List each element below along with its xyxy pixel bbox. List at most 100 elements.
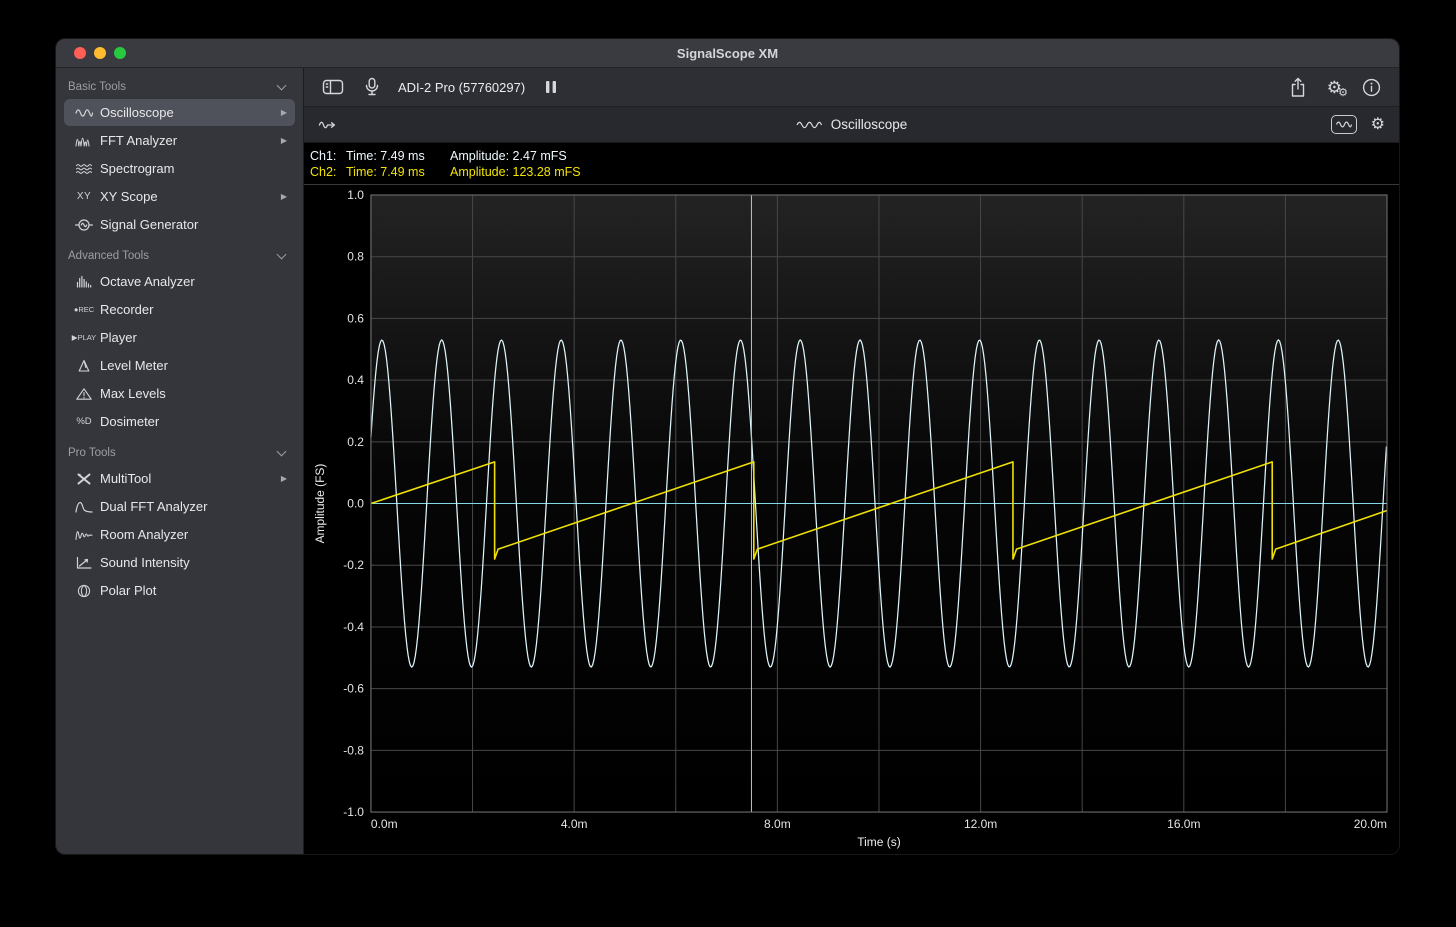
sidebar-item-signal-generator[interactable]: Signal Generator — [64, 211, 295, 238]
chevron-down-icon — [277, 81, 287, 91]
main-toolbar: ADI-2 Pro (57760297) ⚙⚙ — [304, 68, 1399, 107]
zoom-button[interactable] — [114, 47, 126, 59]
info-button[interactable] — [1360, 76, 1383, 99]
sidebar-item-max-levels[interactable]: Max Levels — [64, 380, 295, 407]
y-tick-label: 0.2 — [347, 435, 364, 449]
sine-wave-icon — [68, 106, 100, 120]
y-axis-title: Amplitude (FS) — [313, 464, 327, 544]
ch1-readout: Ch1: Time: 7.49 ms Amplitude: 2.47 mFS — [310, 148, 1399, 164]
sidebar-item-polar-plot[interactable]: Polar Plot — [64, 577, 295, 604]
scope-settings-button[interactable]: ⚙ — [1369, 115, 1387, 135]
submenu-arrow-icon: ▶ — [281, 474, 287, 483]
signal-route-icon — [318, 118, 338, 132]
submenu-arrow-icon: ▶ — [281, 192, 287, 201]
sidebar-item-label: MultiTool — [100, 471, 275, 486]
ch2-time-value: Time: 7.49 ms — [346, 164, 450, 180]
y-tick-label: -0.2 — [343, 558, 364, 572]
info-icon — [1362, 78, 1381, 97]
signal-route-button[interactable] — [316, 116, 340, 134]
sidebar-toggle-button[interactable] — [320, 76, 346, 98]
sidebar-item-label: Polar Plot — [100, 583, 287, 598]
sidebar-item-label: Level Meter — [100, 358, 287, 373]
sidebar-item-label: Oscilloscope — [100, 105, 275, 120]
chevron-down-icon — [277, 250, 287, 260]
oscilloscope-chart: 0.0m4.0m8.0m12.0m16.0m20.0m1.00.80.60.40… — [304, 185, 1399, 854]
sidebar-item-label: Player — [100, 330, 287, 345]
sidebar-toggle-icon — [322, 78, 344, 96]
microphone-icon — [364, 77, 380, 97]
close-button[interactable] — [74, 47, 86, 59]
x-axis-title: Time (s) — [857, 835, 900, 849]
level-meter-icon — [68, 359, 100, 373]
share-icon — [1289, 77, 1307, 98]
device-name[interactable]: ADI-2 Pro (57760297) — [398, 80, 525, 95]
sidebar-item-sound-intensity[interactable]: Sound Intensity — [64, 549, 295, 576]
waveform-icon — [796, 119, 822, 131]
sidebar-item-room-analyzer[interactable]: Room Analyzer — [64, 521, 295, 548]
sidebar: Basic ToolsOscilloscope▶FFT Analyzer▶Spe… — [56, 68, 304, 854]
rec-icon: ●REC — [68, 305, 100, 314]
sidebar-item-spectrogram[interactable]: Spectrogram — [64, 155, 295, 182]
settings-button[interactable]: ⚙⚙ — [1325, 77, 1344, 98]
display-mode-button[interactable] — [1331, 115, 1357, 134]
sidebar-item-level-meter[interactable]: Level Meter — [64, 352, 295, 379]
scope-header: Oscilloscope ⚙ — [304, 107, 1399, 143]
sidebar-item-label: Octave Analyzer — [100, 274, 287, 289]
sidebar-item-label: Spectrogram — [100, 161, 287, 176]
ch2-readout: Ch2: Time: 7.49 ms Amplitude: 123.28 mFS — [310, 164, 1399, 180]
main-content: ADI-2 Pro (57760297) ⚙⚙ — [304, 68, 1399, 854]
sidebar-item-oscilloscope[interactable]: Oscilloscope▶ — [64, 99, 295, 126]
window-title: SignalScope XM — [56, 46, 1399, 61]
plot-display-icon — [1336, 119, 1352, 130]
chevron-down-icon — [277, 447, 287, 457]
x-tick-label: 12.0m — [964, 817, 997, 831]
ch1-amplitude-value: Amplitude: 2.47 mFS — [450, 148, 567, 164]
pause-button[interactable] — [543, 78, 559, 96]
gear-icon: ⚙ — [1371, 117, 1385, 133]
dual-fft-icon — [68, 500, 100, 514]
app-window: SignalScope XM Basic ToolsOscilloscope▶F… — [55, 38, 1400, 855]
sidebar-item-dosimeter[interactable]: %DDosimeter — [64, 408, 295, 435]
sound-intensity-icon — [68, 556, 100, 570]
sidebar-item-fft-analyzer[interactable]: FFT Analyzer ▶ — [64, 127, 295, 154]
sidebar-item-player[interactable]: ▶PLAYPlayer — [64, 324, 295, 351]
xy-icon: XY — [68, 191, 100, 202]
sidebar-item-xy-scope[interactable]: XYXY Scope▶ — [64, 183, 295, 210]
input-source-button[interactable] — [362, 75, 382, 99]
scope-header-right: ⚙ — [1331, 115, 1387, 135]
ch1-label: Ch1: — [310, 148, 346, 164]
sidebar-item-label: Dosimeter — [100, 414, 287, 429]
y-tick-label: -0.8 — [343, 743, 364, 757]
sidebar-section-pro-tools[interactable]: Pro Tools — [56, 436, 303, 464]
chart-area[interactable]: 0.0m4.0m8.0m12.0m16.0m20.0m1.00.80.60.40… — [304, 185, 1399, 854]
fft-icon — [68, 134, 100, 148]
gears-icon: ⚙⚙ — [1327, 79, 1342, 96]
octave-bars-icon — [68, 275, 100, 289]
cursor-readout: Ch1: Time: 7.49 ms Amplitude: 2.47 mFS C… — [304, 143, 1399, 185]
sidebar-item-multitool[interactable]: MultiTool ▶ — [64, 465, 295, 492]
sidebar-item-octave-analyzer[interactable]: Octave Analyzer — [64, 268, 295, 295]
x-tick-label: 0.0m — [371, 817, 398, 831]
dosimeter-icon: %D — [68, 416, 100, 427]
polar-plot-icon — [68, 584, 100, 598]
sidebar-item-recorder[interactable]: ●RECRecorder — [64, 296, 295, 323]
sidebar-section-advanced-tools[interactable]: Advanced Tools — [56, 239, 303, 267]
ch2-label: Ch2: — [310, 164, 346, 180]
y-tick-label: 0.6 — [347, 311, 364, 325]
scope-title-wrap: Oscilloscope — [304, 117, 1399, 132]
sidebar-item-label: FFT Analyzer — [100, 133, 275, 148]
minimize-button[interactable] — [94, 47, 106, 59]
sidebar-item-label: Room Analyzer — [100, 527, 287, 542]
section-label: Pro Tools — [68, 447, 278, 459]
y-tick-label: 0.4 — [347, 373, 364, 387]
scope-title: Oscilloscope — [831, 117, 908, 132]
sidebar-section-basic-tools[interactable]: Basic Tools — [56, 70, 303, 98]
submenu-arrow-icon: ▶ — [281, 136, 287, 145]
sidebar-item-dual-fft-analyzer[interactable]: Dual FFT Analyzer — [64, 493, 295, 520]
share-button[interactable] — [1287, 75, 1309, 100]
ch2-amplitude-value: Amplitude: 123.28 mFS — [450, 164, 581, 180]
x-tick-label: 16.0m — [1167, 817, 1200, 831]
titlebar[interactable]: SignalScope XM — [56, 39, 1399, 68]
y-tick-label: 0.0 — [347, 497, 364, 511]
y-tick-label: -1.0 — [343, 805, 364, 819]
